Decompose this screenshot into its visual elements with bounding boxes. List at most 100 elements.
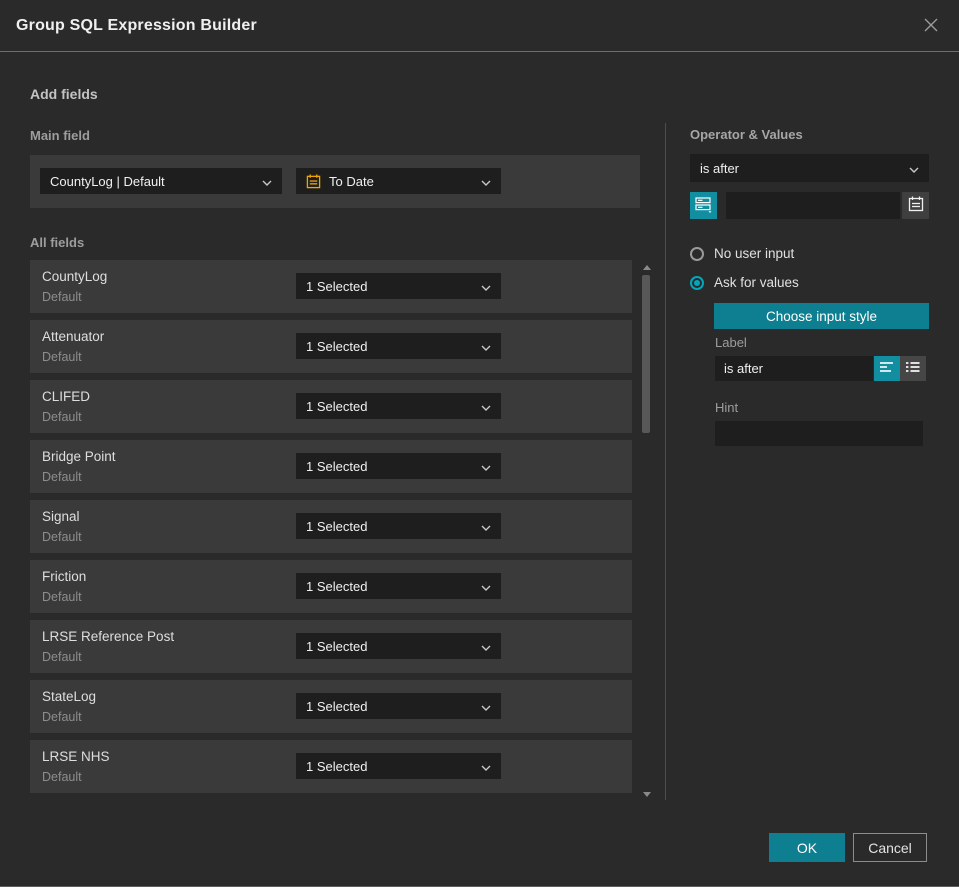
field-selected-value: 1 Selected: [306, 698, 368, 714]
field-subtitle: Default: [42, 650, 82, 664]
field-row-lrse-nhs: LRSE NHS Default 1 Selected: [30, 740, 632, 793]
field-selected-value: 1 Selected: [306, 758, 368, 774]
label-input[interactable]: [715, 356, 873, 381]
operator-select-value: is after: [700, 160, 740, 176]
field-selected-value: 1 Selected: [306, 398, 368, 414]
field-subtitle: Default: [42, 290, 82, 304]
chevron-down-icon: [475, 699, 491, 714]
field-name: Friction: [42, 569, 87, 584]
field-row-attenuator: Attenuator Default 1 Selected: [30, 320, 632, 373]
chevron-down-icon: [475, 579, 491, 594]
field-row-signal: Signal Default 1 Selected: [30, 500, 632, 553]
field-row-countylog: CountyLog Default 1 Selected: [30, 260, 632, 313]
hint-caption: Hint: [715, 400, 739, 415]
field-row-friction: Friction Default 1 Selected: [30, 560, 632, 613]
value-input[interactable]: [726, 192, 900, 219]
scrollbar-down-arrow-icon[interactable]: [643, 792, 651, 797]
scrollbar-up-arrow-icon[interactable]: [643, 265, 651, 270]
radio-circle-icon: [690, 246, 704, 261]
field-selected-value: 1 Selected: [306, 638, 368, 654]
all-fields-heading: All fields: [30, 235, 85, 250]
ok-button[interactable]: OK: [769, 833, 845, 862]
field-selected-value: 1 Selected: [306, 578, 368, 594]
field-selected-dropdown[interactable]: 1 Selected: [296, 753, 501, 779]
chevron-down-icon: [475, 339, 491, 354]
date-mode-select[interactable]: To Date: [296, 168, 501, 194]
field-selected-dropdown[interactable]: 1 Selected: [296, 273, 501, 299]
vertical-divider: [665, 123, 666, 800]
dialog-title: Group SQL Expression Builder: [16, 16, 257, 34]
field-row-lrse-reference-post: LRSE Reference Post Default 1 Selected: [30, 620, 632, 673]
field-selected-dropdown[interactable]: 1 Selected: [296, 573, 501, 599]
chevron-down-icon: [903, 161, 919, 176]
field-name: CLIFED: [42, 389, 91, 404]
value-entry-row: [690, 192, 929, 219]
field-selected-dropdown[interactable]: 1 Selected: [296, 513, 501, 539]
field-row-bridge-point: Bridge Point Default 1 Selected: [30, 440, 632, 493]
field-name: CountyLog: [42, 269, 108, 284]
field-selected-dropdown[interactable]: 1 Selected: [296, 693, 501, 719]
field-selected-dropdown[interactable]: 1 Selected: [296, 633, 501, 659]
field-subtitle: Default: [42, 710, 82, 724]
field-selected-dropdown[interactable]: 1 Selected: [296, 393, 501, 419]
field-subtitle: Default: [42, 470, 82, 484]
choose-input-style-button[interactable]: Choose input style: [714, 303, 929, 329]
chevron-down-icon: [475, 174, 491, 189]
main-field-select[interactable]: CountyLog | Default: [40, 168, 282, 194]
field-subtitle: Default: [42, 530, 82, 544]
radio-label: Ask for values: [714, 275, 799, 290]
field-selected-value: 1 Selected: [306, 278, 368, 294]
all-fields-list: CountyLog Default 1 Selected Attenuator …: [30, 260, 632, 800]
calendar-icon: [908, 196, 924, 215]
main-field-heading: Main field: [30, 128, 90, 143]
operator-values-heading: Operator & Values: [690, 127, 803, 142]
field-subtitle: Default: [42, 590, 82, 604]
chevron-down-icon: [475, 639, 491, 654]
field-name: Attenuator: [42, 329, 105, 344]
calendar-icon: [306, 173, 321, 189]
field-name: Signal: [42, 509, 80, 524]
field-selected-dropdown[interactable]: 1 Selected: [296, 333, 501, 359]
field-name: LRSE Reference Post: [42, 629, 175, 644]
radio-no-user-input[interactable]: No user input: [690, 246, 794, 261]
date-mode-select-value: To Date: [329, 173, 374, 189]
field-selected-value: 1 Selected: [306, 458, 368, 474]
list-icon: [906, 361, 920, 376]
field-name: Bridge Point: [42, 449, 116, 464]
chevron-down-icon: [256, 174, 272, 189]
date-picker-button[interactable]: [902, 192, 929, 219]
field-row-clifed: CLIFED Default 1 Selected: [30, 380, 632, 433]
field-selected-value: 1 Selected: [306, 338, 368, 354]
radio-circle-checked-icon: [690, 275, 704, 290]
hint-input[interactable]: [715, 421, 923, 446]
chevron-down-icon: [475, 399, 491, 414]
label-style-toggle: [874, 356, 926, 381]
field-subtitle: Default: [42, 350, 82, 364]
label-caption: Label: [715, 335, 747, 350]
add-fields-heading: Add fields: [30, 86, 98, 102]
chevron-down-icon: [475, 519, 491, 534]
field-row-statelog: StateLog Default 1 Selected: [30, 680, 632, 733]
list-style-button[interactable]: [900, 356, 926, 381]
field-subtitle: Default: [42, 410, 82, 424]
operator-select[interactable]: is after: [690, 154, 929, 182]
align-left-icon: [880, 361, 894, 376]
chevron-down-icon: [475, 279, 491, 294]
main-field-panel: CountyLog | Default To Date: [30, 155, 640, 208]
fields-list-scrollbar[interactable]: [642, 262, 651, 800]
single-line-style-button[interactable]: [874, 356, 900, 381]
radio-label: No user input: [714, 246, 795, 261]
field-selected-value: 1 Selected: [306, 518, 368, 534]
field-name: LRSE NHS: [42, 749, 110, 764]
field-name: StateLog: [42, 689, 97, 704]
scrollbar-thumb[interactable]: [642, 275, 650, 433]
field-selected-dropdown[interactable]: 1 Selected: [296, 453, 501, 479]
cancel-button[interactable]: Cancel: [853, 833, 927, 862]
chevron-down-icon: [475, 759, 491, 774]
close-button[interactable]: [919, 14, 943, 38]
title-bar: Group SQL Expression Builder: [0, 0, 959, 52]
field-subtitle: Default: [42, 770, 82, 784]
input-type-button[interactable]: [690, 192, 717, 219]
radio-ask-for-values[interactable]: Ask for values: [690, 275, 799, 290]
stacked-inputs-icon: [694, 196, 713, 216]
